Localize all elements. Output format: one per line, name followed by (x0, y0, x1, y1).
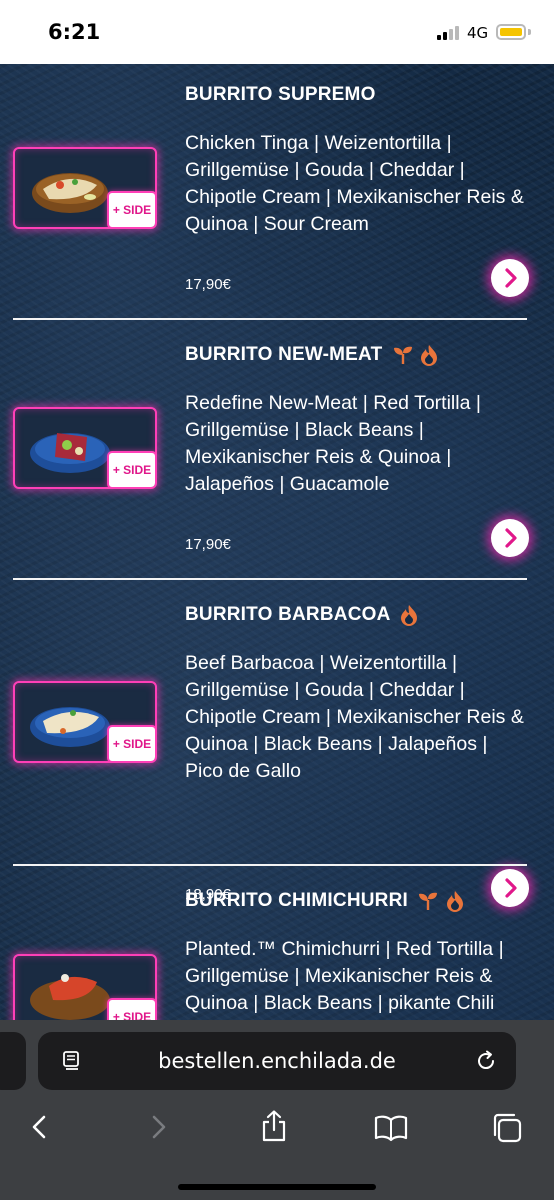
item-image[interactable]: + SIDE (13, 681, 157, 763)
battery-cap (528, 29, 531, 35)
item-description: Planted.™ Chimichurri | Red Tortilla | G… (185, 938, 504, 1014)
previous-tab-preview[interactable] (0, 1032, 26, 1090)
sprout-icon (393, 346, 412, 364)
flame-icon (446, 891, 463, 912)
chevron-right-icon (505, 268, 517, 288)
item-image[interactable]: + SIDE (13, 954, 157, 1020)
cellular-signal-icon (437, 26, 465, 40)
browser-toolbar: bestellen.enchilada.de (0, 1020, 554, 1200)
forward-icon (152, 1115, 166, 1139)
add-side-badge[interactable]: + SIDE (107, 998, 155, 1020)
add-side-badge[interactable]: + SIDE (107, 725, 155, 761)
share-button[interactable] (254, 1108, 294, 1148)
tabs-icon (493, 1113, 522, 1143)
add-side-badge[interactable]: + SIDE (107, 191, 155, 227)
item-title-text: BURRITO NEW-MEAT (185, 344, 383, 366)
item-price: 17,90€ (185, 536, 231, 553)
network-type: 4G (467, 24, 489, 42)
item-title: BURRITO SUPREMO (185, 84, 376, 105)
item-description: Redefine New-Meat | Red Tortilla | Grill… (185, 392, 481, 495)
menu-item-burrito-new-meat[interactable]: BURRITO NEW-MEAT + SIDE Redefine New-Mea… (0, 320, 554, 580)
chevron-right-icon (505, 528, 517, 548)
tabs-button[interactable] (488, 1108, 528, 1148)
item-detail-button[interactable] (491, 519, 529, 557)
item-image[interactable]: + SIDE (13, 407, 157, 489)
item-title: BURRITO BARBACOA (185, 604, 419, 626)
back-icon (32, 1115, 46, 1139)
address-bar[interactable]: bestellen.enchilada.de (38, 1032, 516, 1090)
sprout-icon (419, 892, 438, 910)
battery-icon (496, 24, 526, 40)
item-title: BURRITO CHIMICHURRI (185, 890, 465, 912)
bookmarks-button[interactable] (371, 1108, 411, 1148)
status-time: 6:21 (48, 20, 101, 44)
reload-icon[interactable] (474, 1049, 498, 1073)
back-button[interactable] (20, 1108, 60, 1148)
item-title: BURRITO NEW-MEAT (185, 344, 439, 366)
forward-button[interactable] (138, 1108, 178, 1148)
item-description: Beef Barbacoa | Weizentortilla | Grillge… (185, 652, 524, 782)
item-description: Chicken Tinga | Weizentortilla | Grillge… (185, 132, 524, 235)
home-indicator (178, 1184, 376, 1190)
item-title-text: BURRITO BARBACOA (185, 604, 390, 626)
status-bar: 6:21 4G (0, 0, 554, 64)
flame-icon (401, 605, 418, 626)
share-icon (262, 1110, 286, 1142)
item-detail-button[interactable] (491, 259, 529, 297)
menu-list[interactable]: BURRITO SUPREMO + SIDE Chicken Tinga | W… (0, 64, 554, 1020)
url-text: bestellen.enchilada.de (158, 1049, 396, 1073)
menu-item-burrito-barbacoa[interactable]: BURRITO BARBACOA + SIDE Beef Barbacoa | … (0, 580, 554, 907)
bookmarks-icon (374, 1115, 408, 1142)
menu-item-burrito-supremo[interactable]: BURRITO SUPREMO + SIDE Chicken Tinga | W… (0, 64, 554, 320)
item-price: 17,90€ (185, 276, 231, 293)
item-image[interactable]: + SIDE (13, 147, 157, 229)
flame-icon (421, 345, 438, 366)
menu-item-burrito-chimichurri[interactable]: BURRITO CHIMICHURRI + SIDE Planted.™ Chi… (0, 866, 554, 1020)
add-side-badge[interactable]: + SIDE (107, 451, 155, 487)
item-title-text: BURRITO CHIMICHURRI (185, 890, 408, 912)
